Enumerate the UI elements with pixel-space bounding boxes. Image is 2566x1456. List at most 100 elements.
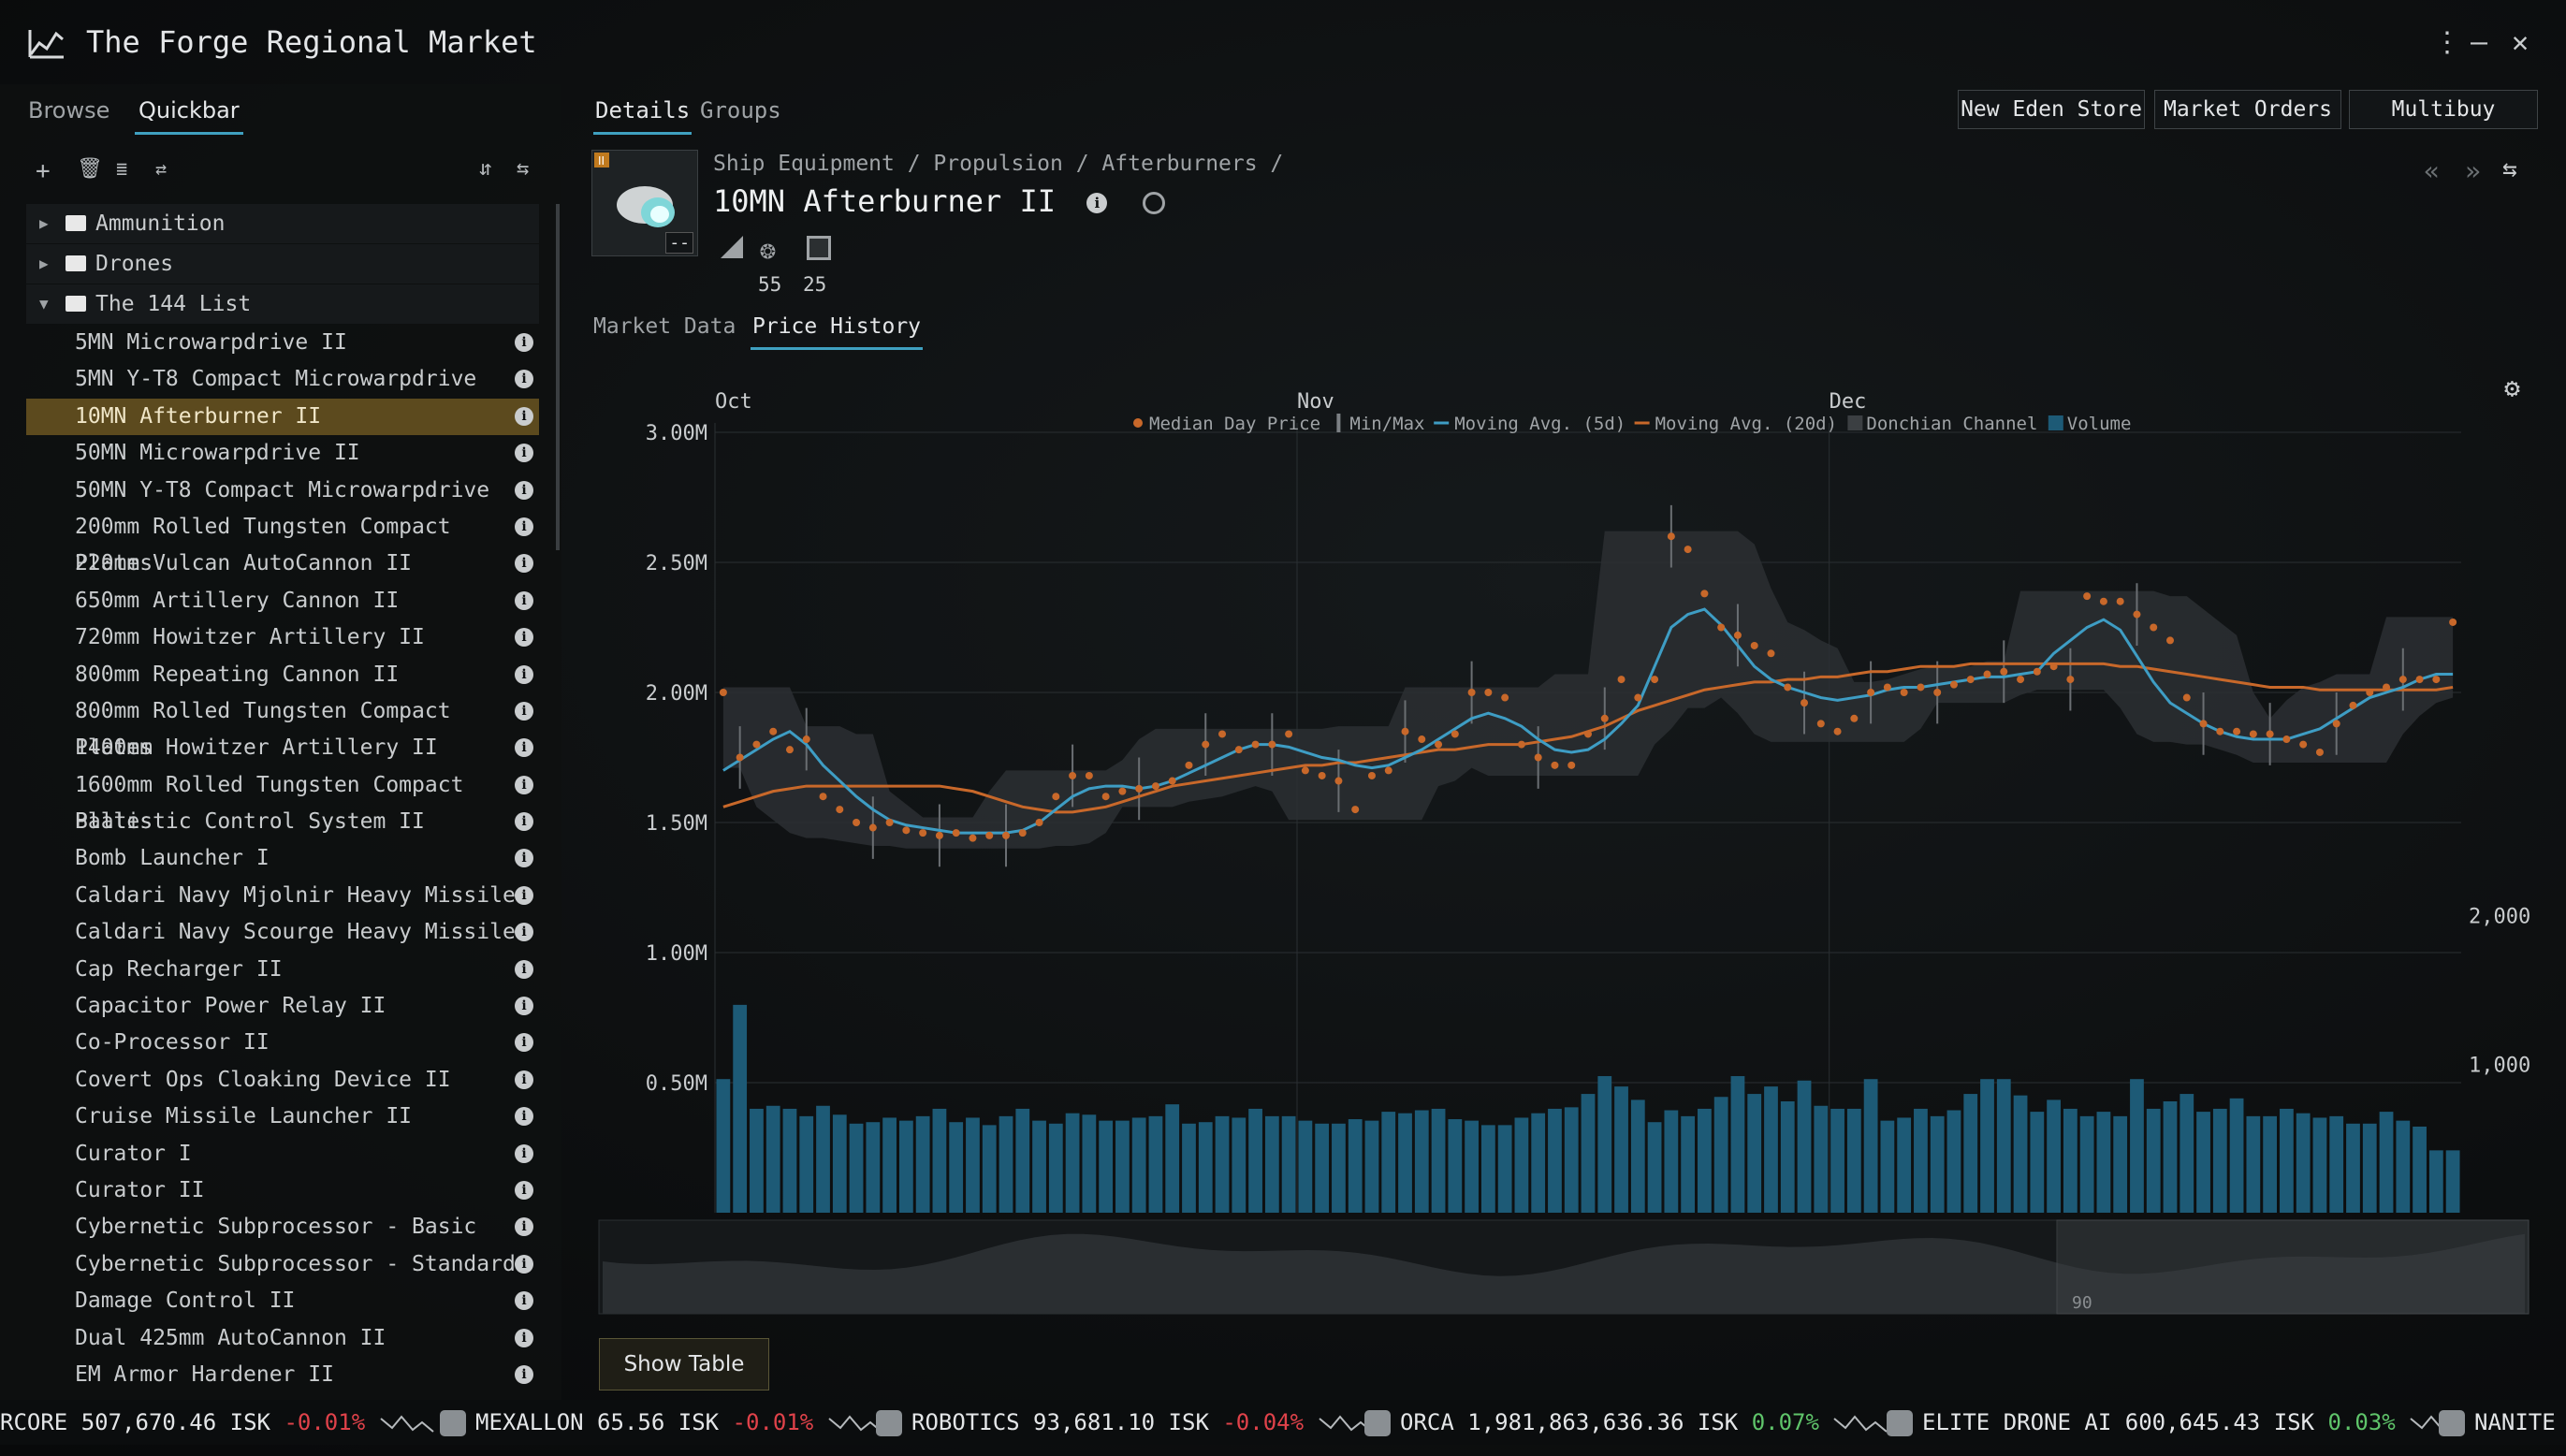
info-icon[interactable]: i	[515, 480, 533, 500]
list-item[interactable]: 5MN Y-T8 Compact Microwarpdrive i	[26, 361, 539, 398]
list-item[interactable]: 50MN Microwarpdrive II i	[26, 435, 539, 472]
tab-quickbar[interactable]: Quickbar	[135, 97, 243, 135]
list-item[interactable]: 5MN Microwarpdrive II i	[26, 325, 539, 361]
list-item[interactable]: Curator II i	[26, 1172, 539, 1209]
info-icon[interactable]: i	[1086, 193, 1108, 213]
list-item[interactable]: Co-Processor II i	[26, 1025, 539, 1061]
list-item[interactable]: 800mm Repeating Cannon II i	[26, 657, 539, 693]
info-icon[interactable]: i	[515, 406, 533, 426]
collapse-all-icon[interactable]: ⇵	[479, 157, 491, 181]
info-icon[interactable]: i	[515, 1217, 533, 1237]
ticker-item[interactable]: ROBOTICS 93,681.10 ISK -0.04%	[876, 1400, 1374, 1445]
list-item[interactable]: Cybernetic Subprocessor - Basic i	[26, 1209, 539, 1245]
ticker-item[interactable]: MEXALLON 65.56 ISK -0.01%	[440, 1400, 883, 1445]
info-icon[interactable]: i	[515, 923, 533, 942]
info-icon[interactable]: i	[515, 1033, 533, 1053]
list-item[interactable]: 220mm Vulcan AutoCannon II i	[26, 546, 539, 582]
list-item[interactable]: Caldari Navy Scourge Heavy Missile i	[26, 914, 539, 951]
back-icon[interactable]: «	[2424, 155, 2440, 186]
compare-icon[interactable]	[1142, 192, 1165, 214]
list-item[interactable]: Ballistic Control System II i	[26, 804, 539, 840]
multibuy-button[interactable]: Multibuy	[2349, 90, 2538, 129]
breadcrumb[interactable]: Ship Equipment / Propulsion / Afterburne…	[713, 152, 1283, 176]
info-icon[interactable]: i	[515, 590, 533, 610]
ticker-item[interactable]: RCORE 507,670.46 ISK -0.01%	[0, 1400, 435, 1445]
info-icon[interactable]: i	[515, 738, 533, 758]
info-icon[interactable]: i	[515, 849, 533, 868]
info-icon[interactable]: i	[515, 885, 533, 905]
list-item[interactable]: Capacitor Power Relay II i	[26, 988, 539, 1025]
folder-ammunition[interactable]: ▶ Ammunition	[26, 204, 539, 243]
minimize-icon[interactable]: —	[2471, 26, 2487, 59]
price-history-chart[interactable]: 3.00M2.50M2.00M1.50M1.00M0.50MOct Nov DecM…	[590, 374, 2536, 1319]
list-item[interactable]: Caldari Navy Mjolnir Heavy Missile i	[26, 878, 539, 914]
show-table-button[interactable]: Show Table	[599, 1338, 769, 1390]
info-icon[interactable]: i	[515, 1180, 533, 1200]
tab-browse[interactable]: Browse	[28, 97, 109, 124]
list-item[interactable]: 720mm Howitzer Artillery II i	[26, 619, 539, 656]
list-item[interactable]: 200mm Rolled Tungsten Compact Plates i	[26, 509, 539, 575]
list-item[interactable]: 650mm Artillery Cannon II i	[26, 583, 539, 619]
list-item[interactable]: 1400mm Howitzer Artillery II i	[26, 730, 539, 766]
item-icon[interactable]: II --	[591, 150, 698, 256]
info-icon[interactable]: i	[515, 1254, 533, 1274]
info-icon[interactable]: i	[515, 370, 533, 389]
info-icon[interactable]: i	[515, 775, 533, 794]
info-icon[interactable]: i	[515, 959, 533, 979]
info-icon[interactable]: i	[515, 628, 533, 648]
list-scrollbar[interactable]	[556, 204, 560, 550]
info-icon[interactable]: i	[515, 333, 533, 352]
chevron-down-icon[interactable]: ▼	[39, 284, 49, 324]
chevron-right-icon[interactable]: ▶	[39, 244, 49, 284]
list-item[interactable]: 800mm Rolled Tungsten Compact Plates i	[26, 693, 539, 760]
trash-icon[interactable]: 🗑	[77, 157, 103, 181]
folder-the-144-list[interactable]: ▼ The 144 List	[26, 284, 539, 324]
list-item[interactable]: 10MN Afterburner II i	[26, 398, 539, 436]
info-icon[interactable]: i	[515, 664, 533, 684]
list-item[interactable]: Cruise Missile Launcher II i	[26, 1099, 539, 1135]
list-item[interactable]: Covert Ops Cloaking Device II i	[26, 1062, 539, 1099]
tab-price-history[interactable]: Price History	[750, 314, 924, 350]
list-item[interactable]: Bomb Launcher I i	[26, 840, 539, 877]
info-icon[interactable]: i	[515, 1143, 533, 1163]
list-item[interactable]: Cybernetic Subprocessor - Standard i	[26, 1246, 539, 1283]
list-item[interactable]: Cap Recharger II i	[26, 952, 539, 988]
info-icon[interactable]: i	[515, 812, 533, 832]
new-eden-store-button[interactable]: New Eden Store	[1958, 90, 2145, 129]
info-icon[interactable]: i	[515, 997, 533, 1016]
info-icon[interactable]: i	[515, 444, 533, 463]
forward-icon[interactable]: »	[2465, 155, 2481, 186]
list-item[interactable]: Damage Control II i	[26, 1283, 539, 1319]
list-item[interactable]: Curator I i	[26, 1136, 539, 1172]
add-icon[interactable]: +	[36, 157, 51, 185]
ticker-item[interactable]: ORCA 1,981,863,636.36 ISK 0.07%	[1364, 1400, 1888, 1445]
info-icon[interactable]: i	[515, 1107, 533, 1127]
window-menu-icon[interactable]: ⋮	[2433, 26, 2461, 59]
import-icon[interactable]: ≣	[116, 157, 127, 180]
median-price-point	[2432, 676, 2441, 684]
list-item[interactable]: Dual 425mm AutoCannon II i	[26, 1320, 539, 1357]
info-icon[interactable]: i	[515, 1364, 533, 1384]
list-item[interactable]: 50MN Y-T8 Compact Microwarpdrive i	[26, 473, 539, 509]
ticker-item[interactable]: ELITE DRONE AI 600,645.43 ISK 0.03%	[1887, 1400, 2465, 1445]
info-icon[interactable]: i	[515, 1070, 533, 1089]
info-icon[interactable]: i	[515, 517, 533, 536]
tab-groups[interactable]: Groups	[700, 97, 781, 124]
settings-toggle-icon[interactable]: ⇆	[517, 157, 529, 181]
median-price-point	[1318, 771, 1326, 779]
list-item[interactable]: EM Armor Hardener II i	[26, 1357, 539, 1393]
swap-icon[interactable]: ⇆	[2502, 155, 2517, 183]
market-orders-button[interactable]: Market Orders	[2154, 90, 2341, 129]
info-icon[interactable]: i	[515, 701, 533, 721]
export-icon[interactable]: ⇄	[155, 157, 167, 180]
chevron-right-icon[interactable]: ▶	[39, 204, 49, 243]
tab-market-data[interactable]: Market Data	[593, 314, 736, 339]
ticker-item[interactable]: NANITE	[2439, 1400, 2556, 1445]
tab-details[interactable]: Details	[592, 97, 693, 135]
info-icon[interactable]: i	[515, 1328, 533, 1347]
folder-drones[interactable]: ▶ Drones	[26, 244, 539, 284]
info-icon[interactable]: i	[515, 554, 533, 574]
close-icon[interactable]: ✕	[2512, 26, 2529, 59]
info-icon[interactable]: i	[515, 1291, 533, 1311]
list-item[interactable]: 1600mm Rolled Tungsten Compact Plates i	[26, 767, 539, 834]
